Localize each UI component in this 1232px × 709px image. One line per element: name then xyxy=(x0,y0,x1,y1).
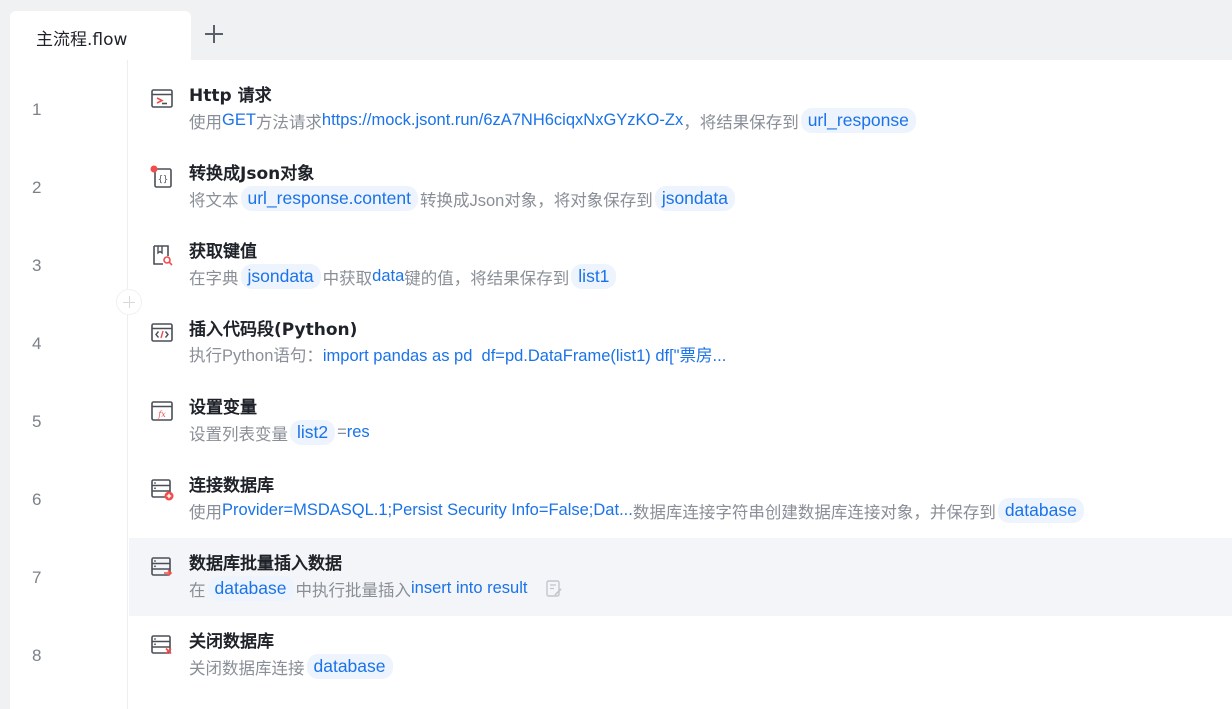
variable-chip[interactable]: database xyxy=(306,654,393,679)
variable-chip[interactable]: list1 xyxy=(571,264,617,289)
line-number-gutter: 1 2 3 4 5 6 7 8 xyxy=(10,60,128,709)
desc-value: GET xyxy=(222,111,256,129)
desc-text: ，将结果保存到 xyxy=(683,113,799,132)
step-http-request[interactable]: Http 请求 使用 GET 方法请求 https://mock.jsont.r… xyxy=(129,70,1232,148)
step-title: 插入代码段(Python) xyxy=(189,320,358,340)
get-key-value-icon xyxy=(149,242,175,268)
add-tab-button[interactable] xyxy=(200,20,228,48)
step-db-close[interactable]: 关闭数据库 关闭数据库连接 database xyxy=(129,616,1232,694)
json-convert-icon: {} xyxy=(149,164,175,190)
desc-text: 使用 xyxy=(189,113,222,132)
desc-text: 关闭数据库连接 xyxy=(189,659,305,678)
desc-value: insert into result xyxy=(411,579,528,597)
step-title: 设置变量 xyxy=(189,398,257,418)
step-title: 数据库批量插入数据 xyxy=(189,554,342,574)
variable-chip[interactable]: jsondata xyxy=(240,264,321,289)
line-number: 5 xyxy=(32,412,42,431)
step-description: 在 database 中执行批量插入 insert into result xyxy=(189,576,565,601)
desc-value: import pandas as pd df=pd.DataFrame(list… xyxy=(322,347,727,365)
step-set-variable[interactable]: fx 设置变量 设置列表变量 list2 = res xyxy=(129,382,1232,460)
step-title: 关闭数据库 xyxy=(189,632,274,652)
line-number: 7 xyxy=(32,568,42,587)
step-title: Http 请求 xyxy=(189,86,272,106)
editor-left-margin xyxy=(0,60,10,709)
step-get-key-value[interactable]: 获取键值 在字典 jsondata 中获取 data 键的值，将结果保存到 li… xyxy=(129,226,1232,304)
line-number: 8 xyxy=(32,646,42,665)
step-description: 设置列表变量 list2 = res xyxy=(189,420,370,445)
desc-value: Provider=MSDASQL.1;Persist Security Info… xyxy=(222,501,633,519)
desc-text: 数据库连接字符串创建数据库连接对象，并保存到 xyxy=(632,503,996,522)
step-db-batch-insert[interactable]: 数据库批量插入数据 在 database 中执行批量插入 insert into… xyxy=(129,538,1232,616)
line-number: 4 xyxy=(32,334,42,353)
db-connect-icon xyxy=(149,476,175,502)
desc-text: 方法请求 xyxy=(255,113,322,132)
desc-text: 键的值，将结果保存到 xyxy=(404,269,570,288)
variable-chip[interactable]: jsondata xyxy=(654,186,735,211)
desc-text: 中执行批量插入 xyxy=(295,581,412,600)
step-db-connect[interactable]: 连接数据库 使用 Provider=MSDASQL.1;Persist Secu… xyxy=(129,460,1232,538)
variable-chip[interactable]: list2 xyxy=(290,420,336,445)
line-number: 6 xyxy=(32,490,42,509)
step-description: 将文本 url_response.content 转换成Json对象，将对象保存… xyxy=(189,186,737,211)
desc-value: https://mock.jsont.run/6zA7NH6ciqxNxGYzK… xyxy=(321,111,684,129)
variable-chip[interactable]: database xyxy=(207,576,294,601)
tab-label: 主流程.flow xyxy=(36,30,128,50)
svg-text:{}: {} xyxy=(158,175,168,185)
http-request-icon xyxy=(149,86,175,112)
desc-value: data xyxy=(372,267,405,285)
step-title: 获取键值 xyxy=(189,242,257,262)
desc-text: 将文本 xyxy=(189,191,239,210)
step-code-snippet[interactable]: 插入代码段(Python) 执行Python语句： import pandas … xyxy=(129,304,1232,382)
set-variable-icon: fx xyxy=(149,398,175,424)
tab-bar: 主流程.flow xyxy=(0,0,1232,60)
variable-chip[interactable]: url_response xyxy=(800,108,916,133)
variable-chip[interactable]: url_response.content xyxy=(240,186,418,211)
step-description: 使用 GET 方法请求 https://mock.jsont.run/6zA7N… xyxy=(189,108,918,133)
step-description: 执行Python语句： import pandas as pd df=pd.Da… xyxy=(189,342,726,366)
db-batch-insert-icon xyxy=(149,554,175,580)
db-close-icon xyxy=(149,632,175,658)
step-description: 使用 Provider=MSDASQL.1;Persist Security I… xyxy=(189,498,1086,523)
code-snippet-icon xyxy=(149,320,175,346)
step-description: 关闭数据库连接 database xyxy=(189,654,395,679)
desc-text: 设置列表变量 xyxy=(189,425,288,444)
desc-text: 转换成Json对象，将对象保存到 xyxy=(419,191,653,210)
svg-text:fx: fx xyxy=(157,410,166,419)
step-title: 连接数据库 xyxy=(189,476,274,496)
desc-text: = xyxy=(337,423,347,441)
note-icon[interactable] xyxy=(543,578,565,600)
line-number: 1 xyxy=(32,100,42,119)
desc-text: 在 xyxy=(189,581,206,600)
desc-text: 中获取 xyxy=(322,269,373,288)
desc-text: 在字典 xyxy=(189,269,239,288)
desc-value: res xyxy=(346,423,370,441)
step-description: 在字典 jsondata 中获取 data 键的值，将结果保存到 list1 xyxy=(189,264,618,289)
desc-text: 使用 xyxy=(189,503,222,522)
flow-editor: 1 2 3 4 5 6 7 8 Http 请求 使用 GET 方法请求 http… xyxy=(0,60,1232,709)
tab-main-flow[interactable]: 主流程.flow xyxy=(10,11,191,60)
line-number: 2 xyxy=(32,178,42,197)
line-number: 3 xyxy=(32,256,42,275)
step-title: 转换成Json对象 xyxy=(189,164,315,184)
variable-chip[interactable]: database xyxy=(997,498,1084,523)
step-json-convert[interactable]: {} 转换成Json对象 将文本 url_response.content 转换… xyxy=(129,148,1232,226)
desc-text: 执行Python语句： xyxy=(189,347,323,365)
